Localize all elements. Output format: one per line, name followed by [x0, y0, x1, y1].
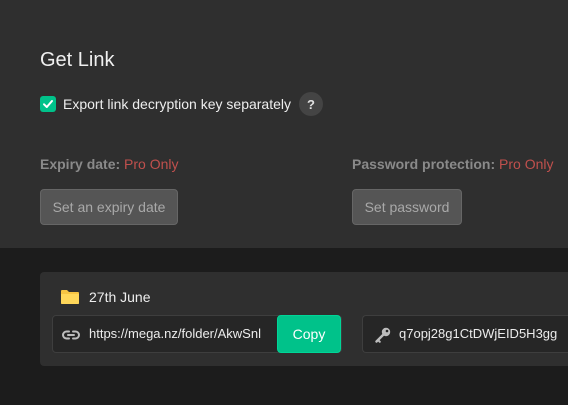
link-field[interactable]: https://mega.nz/folder/AkwSnl Copy [52, 315, 342, 353]
export-key-label[interactable]: Export link decryption key separately [63, 96, 291, 112]
expiry-date-label: Expiry date: Pro Only [40, 155, 179, 173]
link-item-card: 27th June https://mega.nz/folder/AkwSnl … [40, 272, 568, 366]
help-icon[interactable]: ? [299, 92, 323, 116]
link-options-panel: Get Link Export link decryption key sepa… [0, 0, 568, 248]
link-icon [62, 330, 80, 340]
password-protection-key: Password protection: [352, 156, 496, 172]
folder-name: 27th June [89, 289, 151, 305]
key-icon [375, 327, 391, 343]
export-key-checkbox[interactable] [40, 96, 56, 112]
export-key-option[interactable]: Export link decryption key separately ? [40, 92, 323, 116]
copy-link-button[interactable]: Copy [277, 315, 341, 353]
expiry-date-key: Expiry date: [40, 156, 121, 172]
set-password-button[interactable]: Set password [352, 189, 462, 225]
decryption-key-field[interactable]: q7opj28g1CtDWjEID5H3gg [362, 315, 568, 353]
dialog-title: Get Link [40, 49, 115, 71]
checkmark-icon [43, 100, 53, 108]
decryption-key[interactable]: q7opj28g1CtDWjEID5H3gg [399, 316, 557, 352]
set-expiry-date-button[interactable]: Set an expiry date [40, 189, 178, 225]
link-url[interactable]: https://mega.nz/folder/AkwSnl [89, 316, 269, 352]
folder-header: 27th June [60, 288, 151, 306]
password-pro-badge: Pro Only [499, 156, 554, 172]
expiry-pro-badge: Pro Only [124, 156, 179, 172]
folder-icon [61, 290, 79, 304]
password-protection-label: Password protection: Pro Only [352, 155, 554, 173]
